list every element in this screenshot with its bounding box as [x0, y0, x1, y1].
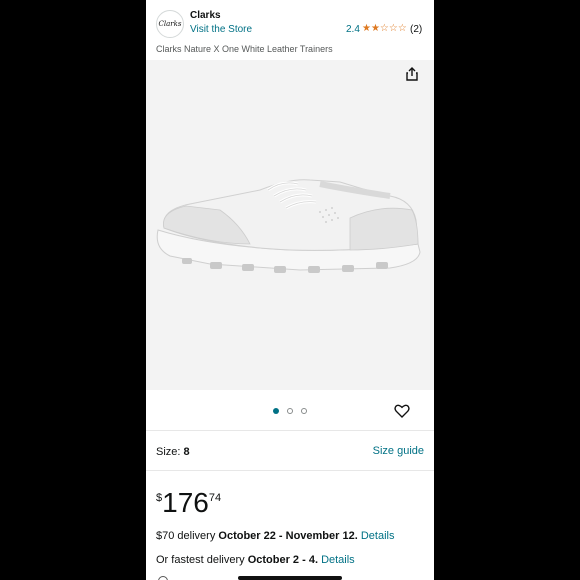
home-indicator [238, 576, 342, 580]
price: $ 176 74 [156, 488, 221, 522]
size-selector[interactable]: Size: 8 [156, 446, 190, 458]
brand-name: Clarks [190, 10, 221, 21]
price-whole: 176 [162, 487, 209, 518]
divider [146, 470, 434, 471]
size-label: Size: [156, 446, 181, 458]
delivery-fastest-details-link[interactable]: Details [321, 554, 355, 566]
delivery-standard-dates: October 22 - November 12. [218, 530, 358, 542]
product-title: Clarks Nature X One White Leather Traine… [156, 44, 333, 54]
rating-count[interactable]: (2) [410, 24, 422, 35]
delivery-fastest-dates: October 2 - 4. [247, 554, 318, 566]
product-image-gallery[interactable] [146, 60, 434, 390]
delivery-fastest: Or fastest delivery October 2 - 4. Detai… [156, 554, 355, 566]
gallery-pagination [146, 390, 434, 430]
product-image-shoe [156, 179, 421, 273]
gallery-dot-2[interactable] [287, 408, 293, 414]
price-fraction: 74 [208, 492, 222, 504]
size-value: 8 [183, 446, 190, 458]
location-icon [158, 576, 168, 580]
gallery-dot-1[interactable] [273, 408, 279, 414]
visit-store-link[interactable]: Visit the Store [190, 24, 252, 35]
rating-value[interactable]: 2.4 [346, 24, 360, 35]
delivery-standard: $70 delivery October 22 - November 12. D… [156, 530, 394, 542]
divider [146, 430, 434, 431]
delivery-standard-prefix: $70 delivery [156, 530, 216, 542]
gallery-dot-3[interactable] [301, 408, 307, 414]
size-guide-link[interactable]: Size guide [373, 445, 424, 457]
delivery-standard-details-link[interactable]: Details [361, 530, 395, 542]
rating-stars[interactable]: ★★☆☆☆ [362, 23, 407, 34]
delivery-fastest-prefix: Or fastest delivery [156, 554, 245, 566]
brand-logo[interactable]: Clarks [156, 10, 184, 38]
heart-icon[interactable] [394, 403, 410, 419]
share-icon[interactable] [404, 66, 420, 82]
brand-header: Clarks Clarks Visit the Store 2.4 ★★☆☆☆ … [146, 0, 434, 40]
product-page: Clarks Clarks Visit the Store 2.4 ★★☆☆☆ … [146, 0, 434, 580]
